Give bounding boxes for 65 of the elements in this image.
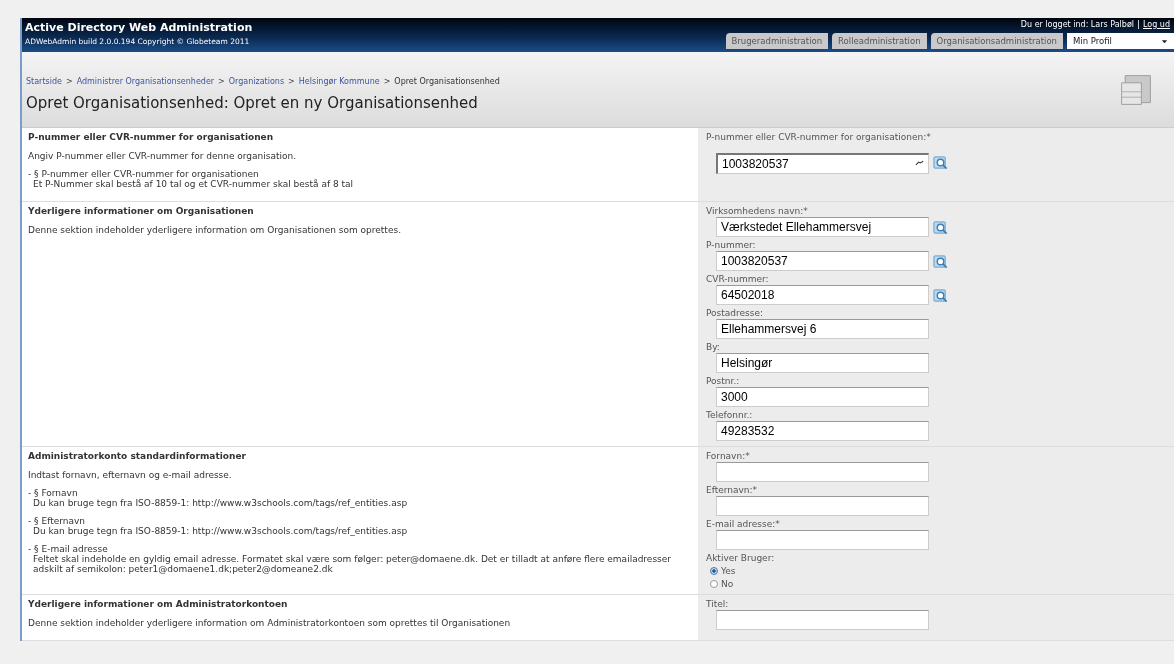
input-field[interactable]: 49283532 — [716, 421, 929, 441]
input-field[interactable]: Helsingør — [716, 353, 929, 373]
lookup-icon[interactable] — [933, 253, 948, 269]
input-field[interactable] — [716, 496, 929, 516]
field-label: Virksomhedens navn:* — [706, 206, 809, 216]
caret-icon[interactable] — [1161, 38, 1168, 44]
field-label: Postadresse: — [706, 308, 765, 318]
breadcrumb-separator: > — [65, 77, 73, 86]
radio-option[interactable]: No — [706, 579, 1166, 589]
section-description: Angiv P-nummer eller CVR-nummer for denne organisation. — [28, 151, 298, 161]
field-label: Titel: — [706, 599, 730, 609]
field-label: Fornavn:* — [706, 451, 751, 461]
section-title: Yderligere informationer om Organisationen — [28, 206, 255, 216]
radio-option[interactable]: Yes — [706, 566, 1166, 576]
app-title: Active Directory Web Administration — [25, 21, 253, 34]
nav-tab[interactable]: Rolleadministration — [832, 33, 927, 49]
field-label: Efternavn:* — [706, 485, 759, 495]
note-heading: - § Fornavn — [28, 488, 79, 498]
note-heading: - § E-mail adresse — [28, 544, 109, 554]
field-label: Telefonnr.: — [706, 410, 754, 420]
input-field[interactable]: 64502018 — [716, 285, 929, 305]
lookup-icon[interactable] — [933, 155, 948, 170]
input-field[interactable]: 1003820537 — [716, 153, 929, 174]
field-label: By: — [706, 342, 721, 352]
lookup-icon[interactable] — [933, 219, 948, 235]
input-field[interactable]: Værkstedet Ellehammersvej — [716, 217, 929, 237]
breadcrumb-separator: > — [383, 77, 391, 86]
field-label: CVR-nummer: — [706, 274, 770, 284]
breadcrumb-separator: > — [288, 77, 295, 86]
lookup-icon[interactable] — [933, 287, 948, 303]
breadcrumb-separator: > — [218, 77, 225, 86]
nav-tab[interactable]: Brugeradministration — [725, 33, 829, 49]
field-label: P-nummer eller CVR-nummer for organisationen:* — [706, 132, 932, 142]
nav-tab[interactable]: Organisationsadministration — [930, 33, 1063, 49]
section-description: Denne sektion indeholder yderligere information om Organisationen som oprettes. — [28, 225, 402, 235]
logout-link[interactable]: Log ud — [1143, 20, 1170, 29]
input-field[interactable] — [716, 610, 929, 630]
input-field[interactable]: 3000 — [716, 387, 929, 407]
field-label: Postnr.: — [706, 376, 741, 386]
input-field[interactable]: Ellehammersvej 6 — [716, 319, 929, 339]
section-title: Administratorkonto standardinformationer — [28, 451, 247, 461]
breadcrumb-link[interactable]: Helsingør Kommune — [298, 77, 380, 86]
login-text: Du er logget ind: Lars Palbøl — [1020, 20, 1134, 29]
section-title: Yderligere informationer om Administratorkontoen — [28, 599, 289, 609]
field-label: E-mail adresse:* — [706, 519, 781, 529]
note-text: Feltet skal indeholde en gyldig email adresse. Formatet skal være som følger: peter@domaene.dk. Det er tilladt at anføre flere emailadresser adskilt af semikolon: peter1@domaene1.dk;peter2@domeane2.dk — [32, 554, 672, 574]
note-heading: - § Efternavn — [28, 516, 87, 526]
breadcrumb-current: Opret Organisationsenhed — [394, 77, 500, 86]
page-title: Opret Organisationsenhed: Opret en ny Organisationsenhed — [26, 94, 479, 112]
breadcrumb-link[interactable]: Startside — [26, 77, 62, 86]
input-field[interactable] — [716, 530, 929, 550]
note-heading: - § P-nummer eller CVR-nummer for organisationen — [28, 169, 260, 179]
section-description: Denne sektion indeholder yderligere information om Administratorkontoen som oprettes til Organisationen — [28, 618, 512, 628]
note-text: Du kan bruge tegn fra ISO-8859-1: http://www.w3schools.com/tags/ref_entities.asp — [32, 526, 409, 536]
breadcrumb-link[interactable]: Organizations — [228, 77, 285, 86]
note-text: Du kan bruge tegn fra ISO-8859-1: http://www.w3schools.com/tags/ref_entities.asp — [32, 498, 409, 508]
breadcrumb-link[interactable]: Administrer Organisationsenheder — [76, 77, 215, 86]
nav-tab[interactable]: Min Profil — [1067, 33, 1174, 49]
input-field[interactable] — [716, 462, 929, 482]
field-label: Aktiver Bruger: — [706, 553, 776, 563]
section-title: P-nummer eller CVR-nummer for organisationen — [28, 132, 275, 142]
note-text: Et P-Nummer skal bestå af 10 tal og et CVR-nummer skal bestå af 8 tal — [32, 179, 355, 189]
input-field[interactable]: 1003820537 — [716, 251, 929, 271]
field-label: P-nummer: — [706, 240, 757, 250]
section-description: Indtast fornavn, efternavn og e-mail adresse. — [28, 470, 233, 480]
